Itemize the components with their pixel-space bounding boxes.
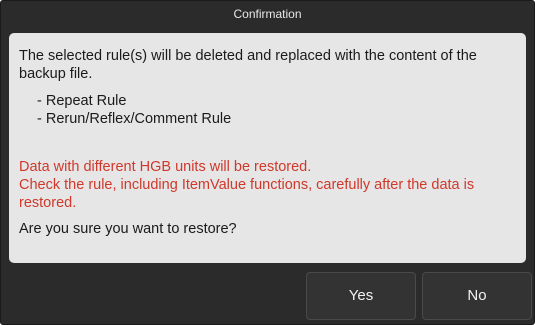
rule-item-repeat: - Repeat Rule [37,93,127,109]
rule-list: - Repeat Rule - Rerun/Reflex/Comment Rul… [19,92,516,128]
warning-line-hgb-units: Data with different HGB units will be re… [19,159,312,175]
warning-line-check-rule: Check the rule, including ItemValue func… [19,177,475,211]
warning-message: Data with different HGB units will be re… [19,158,516,212]
dialog-body: The selected rule(s) will be deleted and… [9,33,526,263]
no-button[interactable]: No [422,272,532,320]
confirmation-dialog: Confirmation The selected rule(s) will b… [0,0,535,325]
dialog-message: The selected rule(s) will be deleted and… [19,48,477,82]
rule-item-rerun-reflex-comment: - Rerun/Reflex/Comment Rule [37,111,232,127]
dialog-title: Confirmation [233,7,302,21]
restore-question: Are you sure you want to restore? [19,221,237,237]
yes-button[interactable]: Yes [306,272,416,320]
